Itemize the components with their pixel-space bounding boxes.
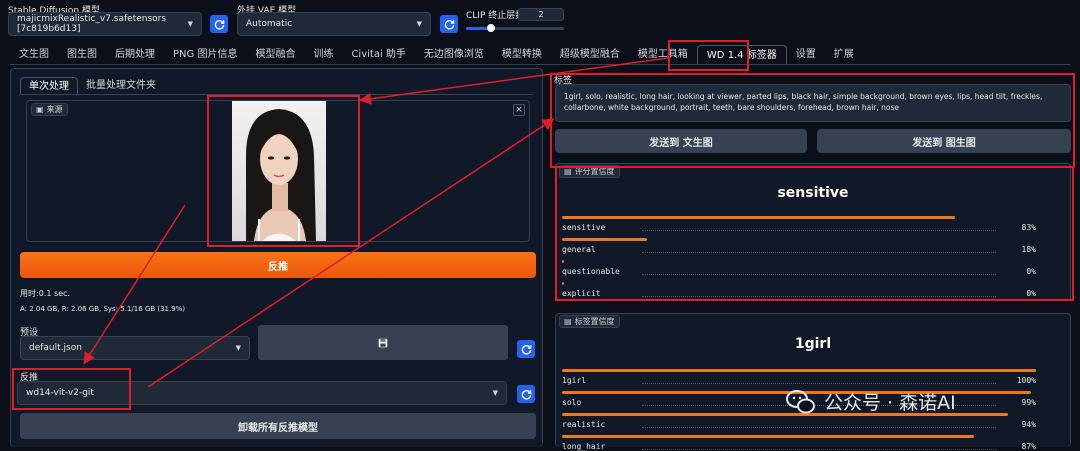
dotted-leader xyxy=(642,449,996,450)
wechat-logo-icon xyxy=(786,389,815,413)
annotation-arrows xyxy=(83,57,669,388)
watermark: 公众号 · 森诺AI xyxy=(786,388,956,415)
